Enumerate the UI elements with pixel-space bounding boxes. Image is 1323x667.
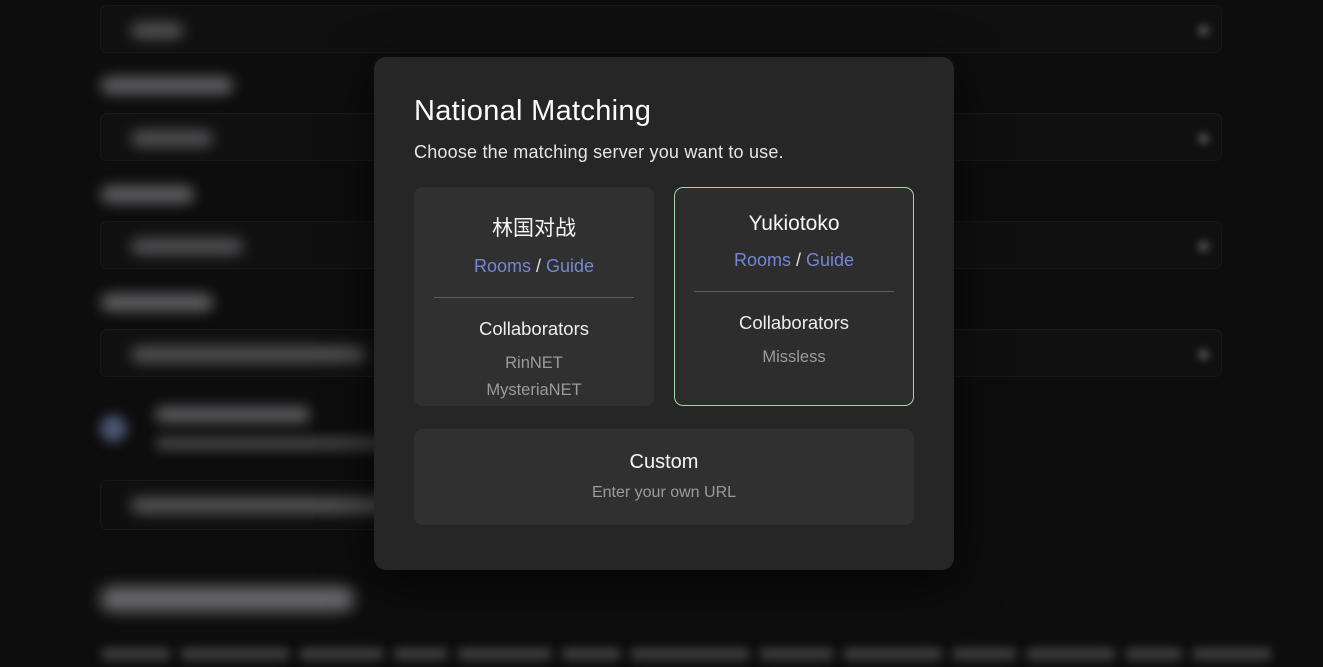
custom-server-card[interactable]: Custom Enter your own URL [414, 429, 914, 525]
link-separator: / [796, 250, 806, 270]
dialog-title: National Matching [414, 95, 914, 128]
collaborator-name: Missless [675, 344, 913, 371]
dialog-subtitle: Choose the matching server you want to u… [414, 142, 914, 163]
collaborators-title: Collaborators [415, 318, 653, 340]
server-name: Yukiotoko [675, 212, 913, 236]
link-separator: / [536, 256, 546, 276]
guide-link[interactable]: Guide [546, 256, 594, 276]
rooms-link[interactable]: Rooms [734, 250, 791, 270]
rooms-link[interactable]: Rooms [474, 256, 531, 276]
server-links: Rooms / Guide [675, 250, 913, 271]
guide-link[interactable]: Guide [806, 250, 854, 270]
custom-title: Custom [414, 451, 914, 474]
server-links: Rooms / Guide [415, 256, 653, 277]
server-card-yukiotoko[interactable]: Yukiotoko Rooms / Guide Collaborators Mi… [674, 187, 914, 406]
collaborator-name: MysteriaNET [415, 377, 653, 404]
server-options: 林国对战 Rooms / Guide Collaborators RinNET … [414, 187, 914, 406]
divider [694, 291, 894, 292]
server-name: 林国对战 [415, 212, 653, 242]
collaborators-title: Collaborators [675, 312, 913, 334]
collaborator-name: RinNET [415, 350, 653, 377]
national-matching-dialog: National Matching Choose the matching se… [374, 57, 954, 570]
divider [434, 297, 634, 298]
server-card-linguoduizhan[interactable]: 林国对战 Rooms / Guide Collaborators RinNET … [414, 187, 654, 406]
custom-subtitle: Enter your own URL [414, 484, 914, 502]
